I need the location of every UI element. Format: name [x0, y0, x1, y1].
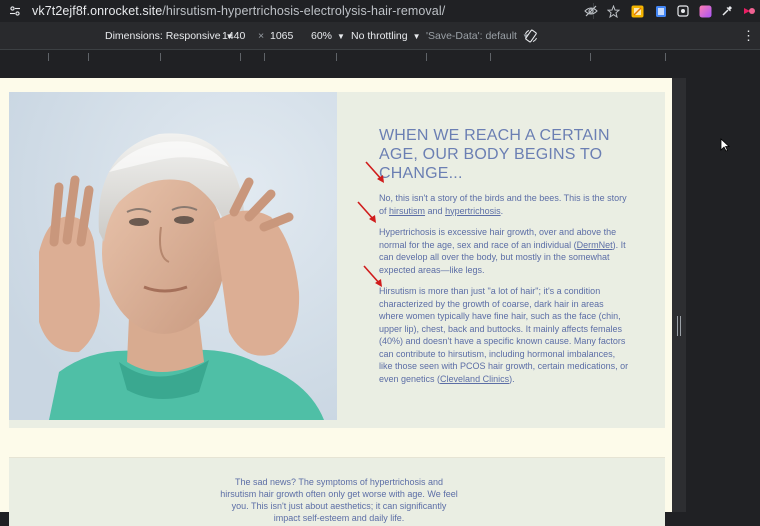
viewport-resize-area	[672, 78, 686, 512]
dimension-separator: ×	[258, 30, 265, 42]
extension-icon[interactable]	[742, 4, 756, 18]
save-data-dropdown[interactable]: 'Save-Data': default ▼	[426, 22, 530, 50]
throttling-dropdown[interactable]: No throttling ▼	[351, 22, 421, 50]
zoom-value: 60%	[311, 30, 333, 42]
ruler-tick	[264, 53, 265, 61]
annotation-arrow-icon	[363, 265, 382, 287]
web-page: When we reach a certain age, our body be…	[0, 78, 672, 526]
ruler-tick	[160, 53, 161, 61]
annotation-arrow-icon	[365, 161, 384, 183]
caret-down-icon: ▼	[412, 31, 421, 41]
ruler-tick	[48, 53, 49, 61]
hero-section: When we reach a certain age, our body be…	[9, 92, 665, 428]
dimensions-label: Dimensions: Responsive	[105, 30, 221, 42]
ruler-tick	[665, 53, 666, 61]
cleveland-clinics-link[interactable]: Cleveland Clinics	[440, 374, 509, 384]
site-info-icon[interactable]	[8, 4, 22, 18]
lower-section: The sad news? The symptoms of hypertrich…	[9, 458, 665, 526]
height-value: 1065	[270, 30, 294, 42]
zoom-dropdown[interactable]: 60% ▼	[311, 22, 345, 50]
eyedropper-icon[interactable]	[720, 4, 734, 18]
ruler-tick	[336, 53, 337, 61]
dimensions-dropdown[interactable]: Dimensions: Responsive ▼	[105, 22, 233, 50]
extension-icon[interactable]	[628, 4, 646, 18]
ruler	[0, 50, 760, 64]
ruler-tick	[590, 53, 591, 61]
extension-icon[interactable]	[676, 4, 690, 18]
throttling-value: No throttling	[351, 30, 408, 42]
url-field[interactable]: vk7t2ejf8f.onrocket.site/hirsutism-hyper…	[32, 4, 445, 18]
ruler-tick	[490, 53, 491, 61]
mouse-cursor-icon	[720, 138, 730, 152]
address-bar: vk7t2ejf8f.onrocket.site/hirsutism-hyper…	[0, 0, 760, 22]
hypertrichosis-link[interactable]: hypertrichosis	[445, 206, 501, 216]
ruler-tick	[240, 53, 241, 61]
hirsutism-link[interactable]: hirsutism	[389, 206, 425, 216]
star-icon[interactable]	[606, 4, 620, 18]
paragraph-hypertrichosis: Hypertrichosis is excessive hair growth,…	[379, 227, 626, 275]
url-host: vk7t2ejf8f.onrocket.site	[32, 4, 163, 18]
browser-toolbar-icons	[584, 0, 756, 22]
extension-icon[interactable]	[698, 4, 712, 18]
width-input[interactable]: 1440	[222, 22, 245, 50]
device-toolbar: Dimensions: Responsive ▼ 1440 × 1065 60%…	[0, 22, 760, 50]
paragraph-intro: No, this isn't a story of the birds and …	[379, 193, 627, 216]
ruler-tick	[426, 53, 427, 61]
annotation-arrow-icon	[357, 201, 376, 223]
rotate-icon[interactable]	[524, 22, 538, 50]
eye-off-icon[interactable]	[584, 4, 598, 18]
width-value: 1440	[222, 30, 246, 42]
device-viewport: When we reach a certain age, our body be…	[0, 64, 672, 526]
more-options-icon[interactable]: ⋮	[742, 22, 755, 50]
url-path: /hirsutism-hypertrichosis-electrolysis-h…	[162, 4, 446, 18]
resize-handle[interactable]	[677, 316, 681, 336]
save-data-value: 'Save-Data': default	[426, 30, 517, 42]
caret-down-icon: ▼	[337, 31, 345, 41]
paragraph-hirsutism: Hirsutism is more than just "a lot of ha…	[379, 286, 629, 384]
height-input[interactable]: 1065	[270, 22, 293, 50]
hero-text: When we reach a certain age, our body be…	[379, 126, 629, 385]
hero-image	[9, 92, 337, 420]
ruler-tick	[88, 53, 89, 61]
hero-headline: When we reach a certain age, our body be…	[379, 127, 610, 182]
extension-icon[interactable]	[654, 4, 668, 18]
dermnet-link[interactable]: DermNet	[577, 240, 613, 250]
lower-paragraph: The sad news? The symptoms of hypertrich…	[220, 477, 458, 523]
